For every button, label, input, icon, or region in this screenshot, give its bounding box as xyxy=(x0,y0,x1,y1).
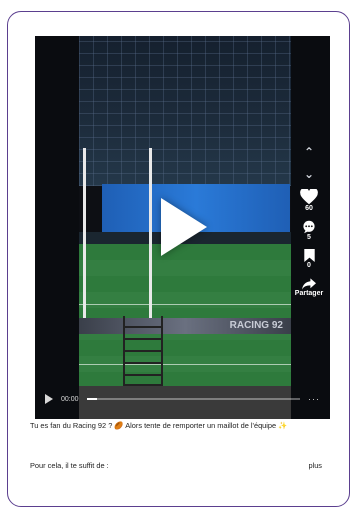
more-options-icon[interactable]: ··· xyxy=(308,394,320,404)
save-button[interactable]: 0 xyxy=(291,245,327,273)
time-label: 00:00 xyxy=(61,395,79,403)
next-video-button[interactable]: ⌄ xyxy=(291,163,327,185)
share-button[interactable]: Partager xyxy=(291,273,327,301)
post-details: Pour cela, il te suffit de : plus xyxy=(30,461,330,470)
chevron-up-icon: ⌃ xyxy=(303,145,315,159)
action-rail: ⌃ ⌄ 60 5 0 Partager xyxy=(291,141,327,301)
heart-icon xyxy=(300,188,318,204)
video-side-left xyxy=(35,36,79,419)
comment-count: 5 xyxy=(307,233,311,241)
like-button[interactable]: 60 xyxy=(291,185,327,215)
stadium-roof xyxy=(79,36,291,186)
ad-board: RACING 92 xyxy=(79,318,291,334)
bookmark-icon xyxy=(303,249,315,262)
goal-post-left xyxy=(83,148,86,318)
comment-icon xyxy=(303,220,315,233)
like-count: 60 xyxy=(305,204,313,212)
share-icon xyxy=(302,277,316,290)
play-icon[interactable] xyxy=(161,198,207,256)
scaffold xyxy=(123,316,163,386)
details-text: Pour cela, il te suffit de : xyxy=(30,461,109,470)
chevron-down-icon: ⌄ xyxy=(303,167,315,181)
play-small-icon[interactable] xyxy=(45,394,53,404)
playback-bar: 00:00 ··· xyxy=(35,388,330,410)
share-label: Partager xyxy=(294,289,324,297)
goal-post-right xyxy=(149,148,152,318)
more-link[interactable]: plus xyxy=(308,461,330,470)
video-player[interactable]: RACING 92 ⌃ ⌄ 60 5 0 Partager 00:00 ··· xyxy=(35,36,330,419)
prev-video-button[interactable]: ⌃ xyxy=(291,141,327,163)
progress-fill xyxy=(86,398,98,400)
post-caption: Tu es fan du Racing 92 ? 🏉 Alors tente d… xyxy=(30,421,288,430)
save-count: 0 xyxy=(307,262,311,269)
comment-button[interactable]: 5 xyxy=(291,215,327,245)
progress-track[interactable] xyxy=(86,398,300,400)
